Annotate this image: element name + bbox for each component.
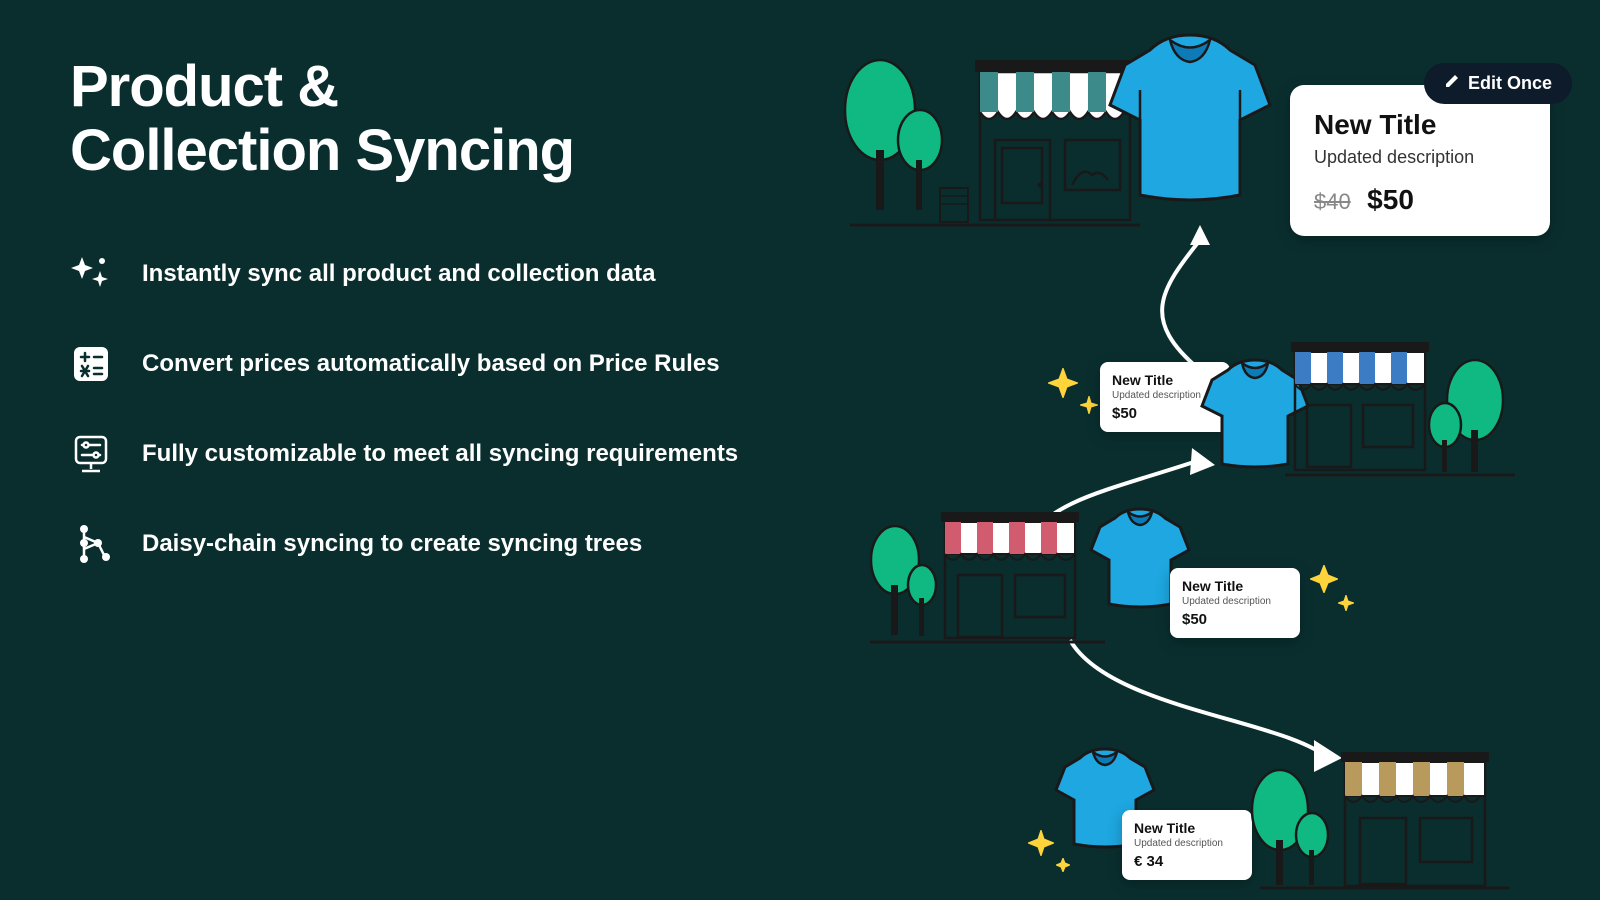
hero-left-column: Product & Collection Syncing Instantly s… — [70, 55, 770, 613]
card-title: New Title — [1134, 820, 1240, 836]
store-illustration — [1275, 320, 1535, 500]
card-price: $50 — [1182, 611, 1288, 628]
product-card-main: Edit Once New Title Updated description … — [1290, 85, 1550, 236]
card-title: New Title — [1182, 578, 1288, 594]
sparkle-icon — [1048, 368, 1078, 398]
feature-item: Instantly sync all product and collectio… — [70, 253, 770, 295]
card-description: Updated description — [1134, 838, 1240, 849]
feature-text: Instantly sync all product and collectio… — [142, 260, 655, 288]
feature-text: Fully customizable to meet all syncing r… — [142, 440, 738, 468]
hero-illustration: Edit Once New Title Updated description … — [820, 20, 1580, 890]
title-line-2: Collection Syncing — [70, 118, 574, 183]
sparkle-icon — [1056, 858, 1070, 872]
feature-item: Convert prices automatically based on Pr… — [70, 343, 770, 385]
edit-badge-text: Edit Once — [1468, 73, 1552, 94]
feature-list: Instantly sync all product and collectio… — [70, 253, 770, 565]
tshirt-icon — [1090, 20, 1290, 220]
card-price: € 34 — [1134, 853, 1240, 870]
sparkles-icon — [70, 253, 112, 295]
feature-item: Fully customizable to meet all syncing r… — [70, 433, 770, 475]
calculator-icon — [70, 343, 112, 385]
pencil-icon — [1444, 73, 1460, 94]
feature-item: Daisy-chain syncing to create syncing tr… — [70, 523, 770, 565]
graph-icon — [70, 523, 112, 565]
card-title: New Title — [1314, 109, 1526, 141]
title-line-1: Product & — [70, 54, 338, 119]
sparkle-icon — [1080, 396, 1098, 414]
feature-text: Convert prices automatically based on Pr… — [142, 350, 720, 378]
sparkle-icon — [1310, 565, 1338, 593]
edit-badge: Edit Once — [1424, 63, 1572, 104]
product-card-child: New Title Updated description € 34 — [1122, 810, 1252, 880]
new-price: $50 — [1367, 184, 1414, 215]
card-description: Updated description — [1314, 147, 1526, 168]
sparkle-icon — [1338, 595, 1354, 611]
old-price: $40 — [1314, 189, 1351, 214]
sparkle-icon — [1028, 830, 1054, 856]
store-illustration — [1240, 720, 1520, 900]
card-description: Updated description — [1182, 596, 1288, 607]
product-card-child: New Title Updated description $50 — [1170, 568, 1300, 638]
feature-text: Daisy-chain syncing to create syncing tr… — [142, 530, 642, 558]
page-title: Product & Collection Syncing — [70, 55, 770, 183]
sliders-icon — [70, 433, 112, 475]
